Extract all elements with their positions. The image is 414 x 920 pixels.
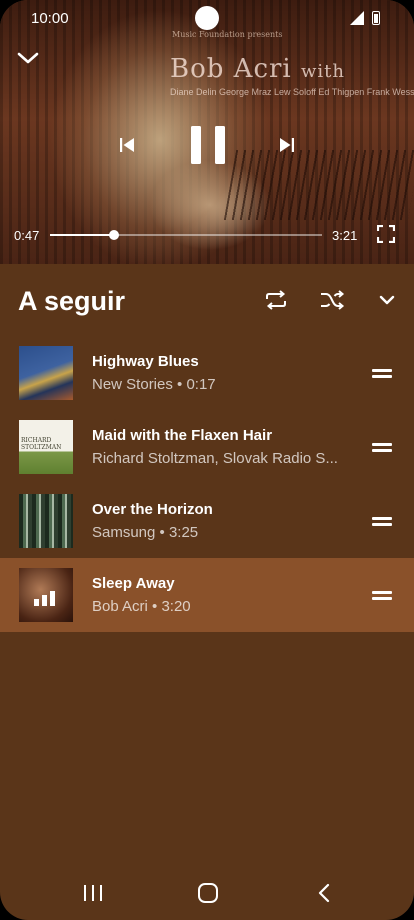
signal-icon [350,11,364,25]
album-thumbnail: RICHARD STOLTZMAN [19,420,73,474]
back-button[interactable] [311,881,337,905]
fullscreen-icon [376,224,396,244]
list-item[interactable]: RICHARD STOLTZMAN Maid with the Flaxen H… [0,410,414,484]
shuffle-button[interactable] [318,286,346,314]
track-title: Highway Blues [92,353,199,370]
status-icons [350,11,380,25]
track-title: Maid with the Flaxen Hair [92,427,273,444]
video-player[interactable]: Music Foundation presents Bob Acri with … [0,0,414,264]
shuffle-icon [321,290,345,310]
album-thumbnail [19,568,73,622]
track-subtitle: Bob Acri • 3:20 [92,598,191,615]
next-button[interactable] [276,134,298,156]
drag-handle-icon[interactable] [372,443,392,452]
front-camera [195,6,219,30]
drag-handle-icon[interactable] [372,591,392,600]
album-artist-text: Bob Acri [170,54,292,84]
pause-icon [191,126,225,164]
drag-handle-icon[interactable] [372,517,392,526]
music-player-screen: Music Foundation presents Bob Acri with … [0,0,414,920]
elapsed-time: 0:47 [14,228,40,243]
battery-icon [372,11,380,25]
list-item[interactable]: Over the Horizon Samsung • 3:25 [0,484,414,558]
chevron-down-icon [17,52,39,64]
collapse-queue-button[interactable] [373,286,401,314]
navigation-bar [0,866,414,920]
track-subtitle: Richard Stoltzman, Slovak Radio S... [92,450,338,467]
album-artist-name: Bob Acri with [170,54,345,84]
back-icon [318,883,330,903]
album-thumbnail [19,346,73,400]
total-time: 3:21 [332,228,358,243]
now-playing-equalizer-icon [34,591,55,606]
track-title: Over the Horizon [92,501,213,518]
seek-bar[interactable] [50,230,322,240]
previous-button[interactable] [116,134,138,156]
skip-previous-icon [120,138,134,152]
repeat-button[interactable] [262,286,290,314]
status-bar: 10:00 [0,0,414,38]
home-button[interactable] [195,881,221,905]
track-subtitle: New Stories • 0:17 [92,376,216,393]
pause-button[interactable] [188,122,228,168]
seek-bar-thumb[interactable] [108,230,119,240]
collapse-button[interactable] [14,44,42,72]
queue-header: A seguir [0,264,414,340]
track-subtitle: Samsung • 3:25 [92,524,199,541]
status-time: 10:00 [31,10,69,27]
recents-icon [84,885,102,901]
skip-next-icon [280,138,294,152]
queue-list: Highway Blues New Stories • 0:17 RICHARD… [0,336,414,632]
piano-keys-image [223,150,414,220]
recents-button[interactable] [80,881,106,905]
track-title: Sleep Away [92,575,175,592]
album-thumbnail [19,494,73,548]
drag-handle-icon[interactable] [372,369,392,378]
list-item-now-playing[interactable]: Sleep Away Bob Acri • 3:20 [0,558,414,632]
album-thumbnail-text: RICHARD STOLTZMAN [21,437,62,451]
fullscreen-button[interactable] [376,224,396,244]
seek-bar-fill [50,234,114,236]
chevron-down-icon [379,295,395,305]
album-band-members: Diane Delin George Mraz Lew Soloff Ed Th… [170,87,414,97]
queue-title: A seguir [18,286,126,316]
home-icon [198,883,218,903]
repeat-icon [266,290,286,310]
list-item[interactable]: Highway Blues New Stories • 0:17 [0,336,414,410]
album-artist-suffix: with [301,61,346,82]
